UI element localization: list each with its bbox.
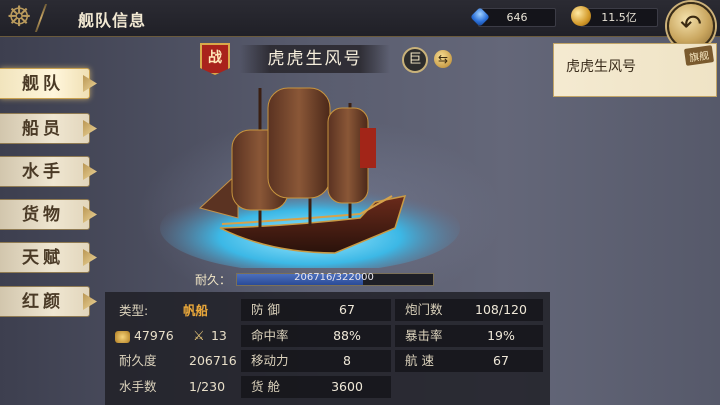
flagship-tag: 旗舰: [683, 45, 715, 66]
defense-label: 防 御: [251, 302, 280, 317]
tab-talent[interactable]: 天赋: [0, 242, 90, 273]
cargo-value: 3600: [331, 379, 363, 394]
defense-value: 67: [339, 302, 355, 317]
durability-label: 耐久：: [195, 273, 232, 287]
crossed-swords-icon: ⚔: [193, 328, 205, 344]
crit-value: 19%: [487, 328, 515, 343]
crit-label: 暴击率: [405, 328, 443, 343]
speed-label: 航 速: [405, 353, 434, 368]
sailors-label: 水手数: [119, 379, 157, 394]
mobility-value: 8: [343, 353, 351, 368]
gold-coin-icon: [571, 6, 591, 26]
accuracy-value: 88%: [333, 328, 361, 343]
fleet-ship-name: 虎虎生风号: [566, 59, 636, 75]
ship-wheel-icon[interactable]: ☸: [4, 2, 34, 32]
durability-text: 206716/322000: [294, 272, 374, 283]
accuracy-label: 命中率: [251, 328, 289, 343]
swap-ship-icon[interactable]: ⇆: [434, 50, 452, 68]
sailors-value: 1/230: [189, 379, 226, 394]
fleet-ship-card[interactable]: 虎虎生风号 旗舰: [553, 43, 717, 97]
cannon-label: 炮门数: [405, 302, 443, 317]
troops-stat: 47976: [115, 325, 174, 347]
troops-value: 47976: [133, 328, 174, 343]
ship-sail: [267, 87, 331, 199]
durability-stat-value: 206716: [189, 353, 237, 368]
gem-amount: 646: [506, 11, 528, 24]
mobility-label: 移动力: [251, 353, 289, 368]
attack-stat: ⚔ 13: [193, 325, 227, 347]
tab-crew-label: 船员: [22, 119, 64, 139]
ship-name: 虎虎生风号: [240, 45, 390, 73]
tab-cargo[interactable]: 货物: [0, 199, 90, 230]
tab-sailors[interactable]: 水手: [0, 156, 90, 187]
type-label: 类型:: [119, 303, 149, 318]
top-bar: ☸ 舰队信息 646 11.5亿: [0, 0, 720, 37]
tab-beauty-label: 红颜: [22, 292, 64, 312]
gold-counter: 11.5亿: [571, 6, 658, 27]
ship-size-badge: 巨: [402, 47, 428, 73]
troops-icon: [115, 330, 130, 343]
tab-talent-label: 天赋: [22, 248, 64, 268]
back-arrow-icon: ↶: [680, 10, 702, 40]
tab-fleet-label: 舰队: [22, 74, 64, 94]
durability-stat-label: 耐久度: [119, 353, 157, 368]
gold-amount: 11.5亿: [601, 11, 637, 24]
stats-panel: 类型: 帆船 47976 ⚔ 13 耐久度 206716 水手数 1/230 防…: [105, 292, 550, 405]
cargo-label: 货 舱: [251, 379, 280, 394]
tab-crew[interactable]: 船员: [0, 113, 90, 144]
tab-beauty[interactable]: 红颜: [0, 286, 90, 317]
type-value: 帆船: [183, 303, 209, 318]
cannon-value: 108/120: [475, 302, 527, 317]
gem-icon: [470, 7, 490, 27]
title-divider: [34, 4, 48, 32]
gem-counter: 646: [470, 7, 556, 27]
page-title: 舰队信息: [78, 11, 147, 30]
tab-sailors-label: 水手: [22, 162, 64, 182]
tab-fleet[interactable]: 舰队: [0, 68, 90, 99]
attack-value: 13: [210, 328, 227, 343]
ship-flag: [360, 128, 376, 168]
speed-value: 67: [493, 353, 509, 368]
ship-illustration: [160, 87, 460, 268]
tab-cargo-label: 货物: [22, 205, 64, 225]
